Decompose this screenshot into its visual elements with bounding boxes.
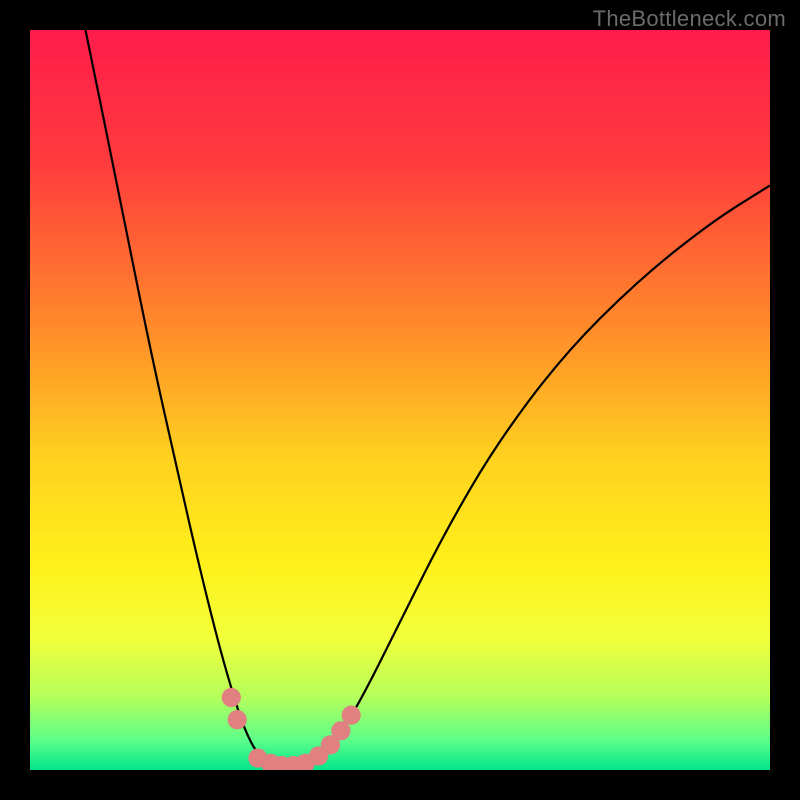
marker-dot xyxy=(228,710,247,729)
bottleneck-chart xyxy=(30,30,770,770)
marker-dot xyxy=(222,688,241,707)
marker-dot xyxy=(342,706,361,725)
plot-area xyxy=(30,30,770,770)
gradient-background xyxy=(30,30,770,770)
watermark-text: TheBottleneck.com xyxy=(593,6,786,32)
chart-frame: TheBottleneck.com xyxy=(0,0,800,800)
